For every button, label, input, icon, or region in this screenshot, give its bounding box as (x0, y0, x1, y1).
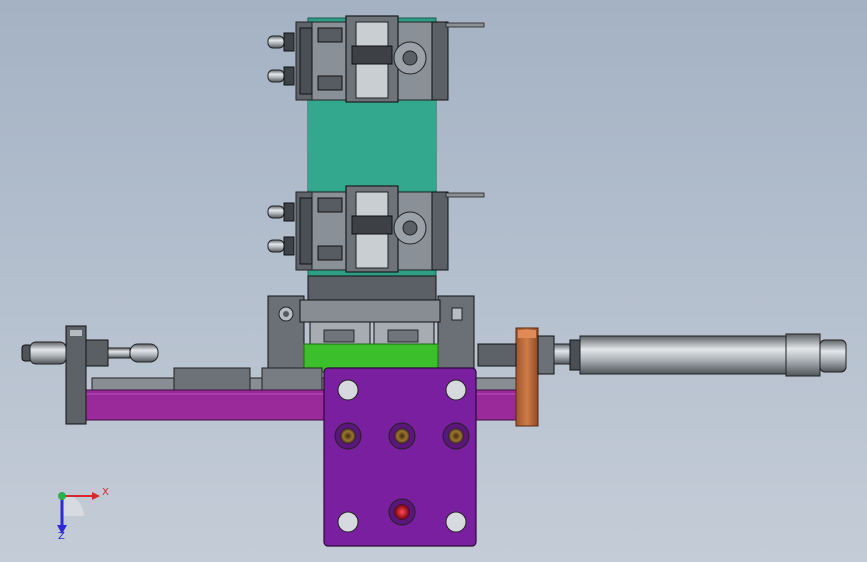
purple-mount-plate (323, 367, 477, 547)
middle-gripper (267, 185, 485, 273)
upper-gripper (267, 15, 485, 103)
cad-viewport[interactable]: X Z (0, 0, 867, 562)
axis-triad-icon (57, 492, 100, 534)
axis-label-x: X (102, 487, 109, 498)
left-stop-bracket (65, 325, 87, 425)
axis-label-z: Z (58, 531, 65, 542)
left-cylinder (21, 339, 159, 367)
cad-model-drawing (21, 15, 847, 547)
copper-stop (515, 327, 539, 427)
